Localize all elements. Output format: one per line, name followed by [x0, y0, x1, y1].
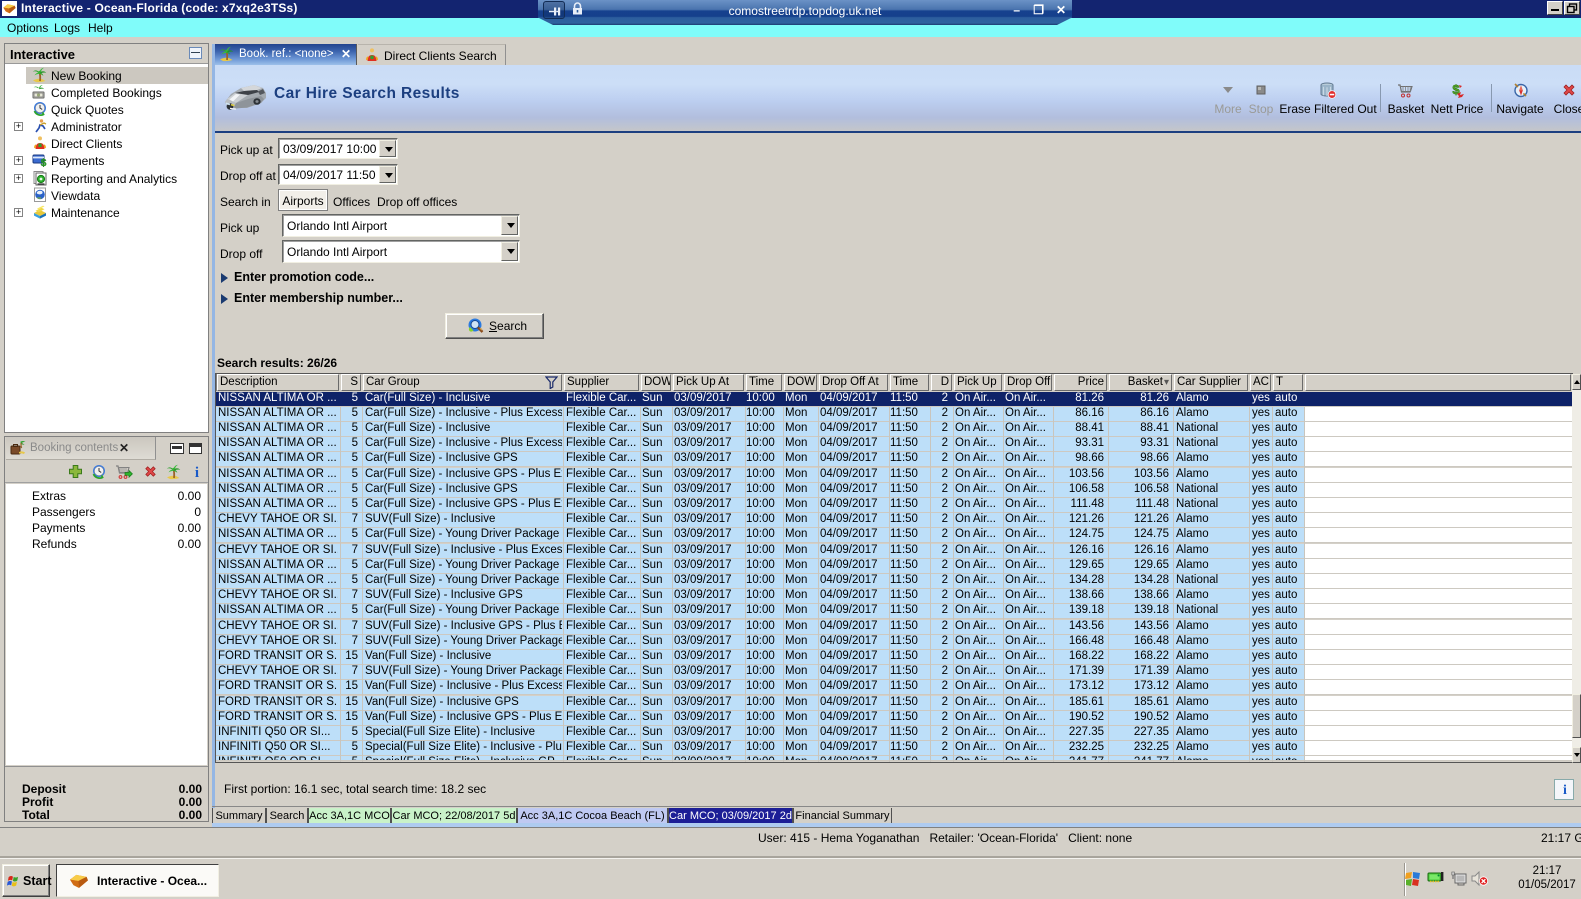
- svg-text:i: i: [195, 465, 199, 479]
- svg-text:i: i: [1563, 783, 1567, 797]
- svg-text:$: $: [41, 158, 47, 168]
